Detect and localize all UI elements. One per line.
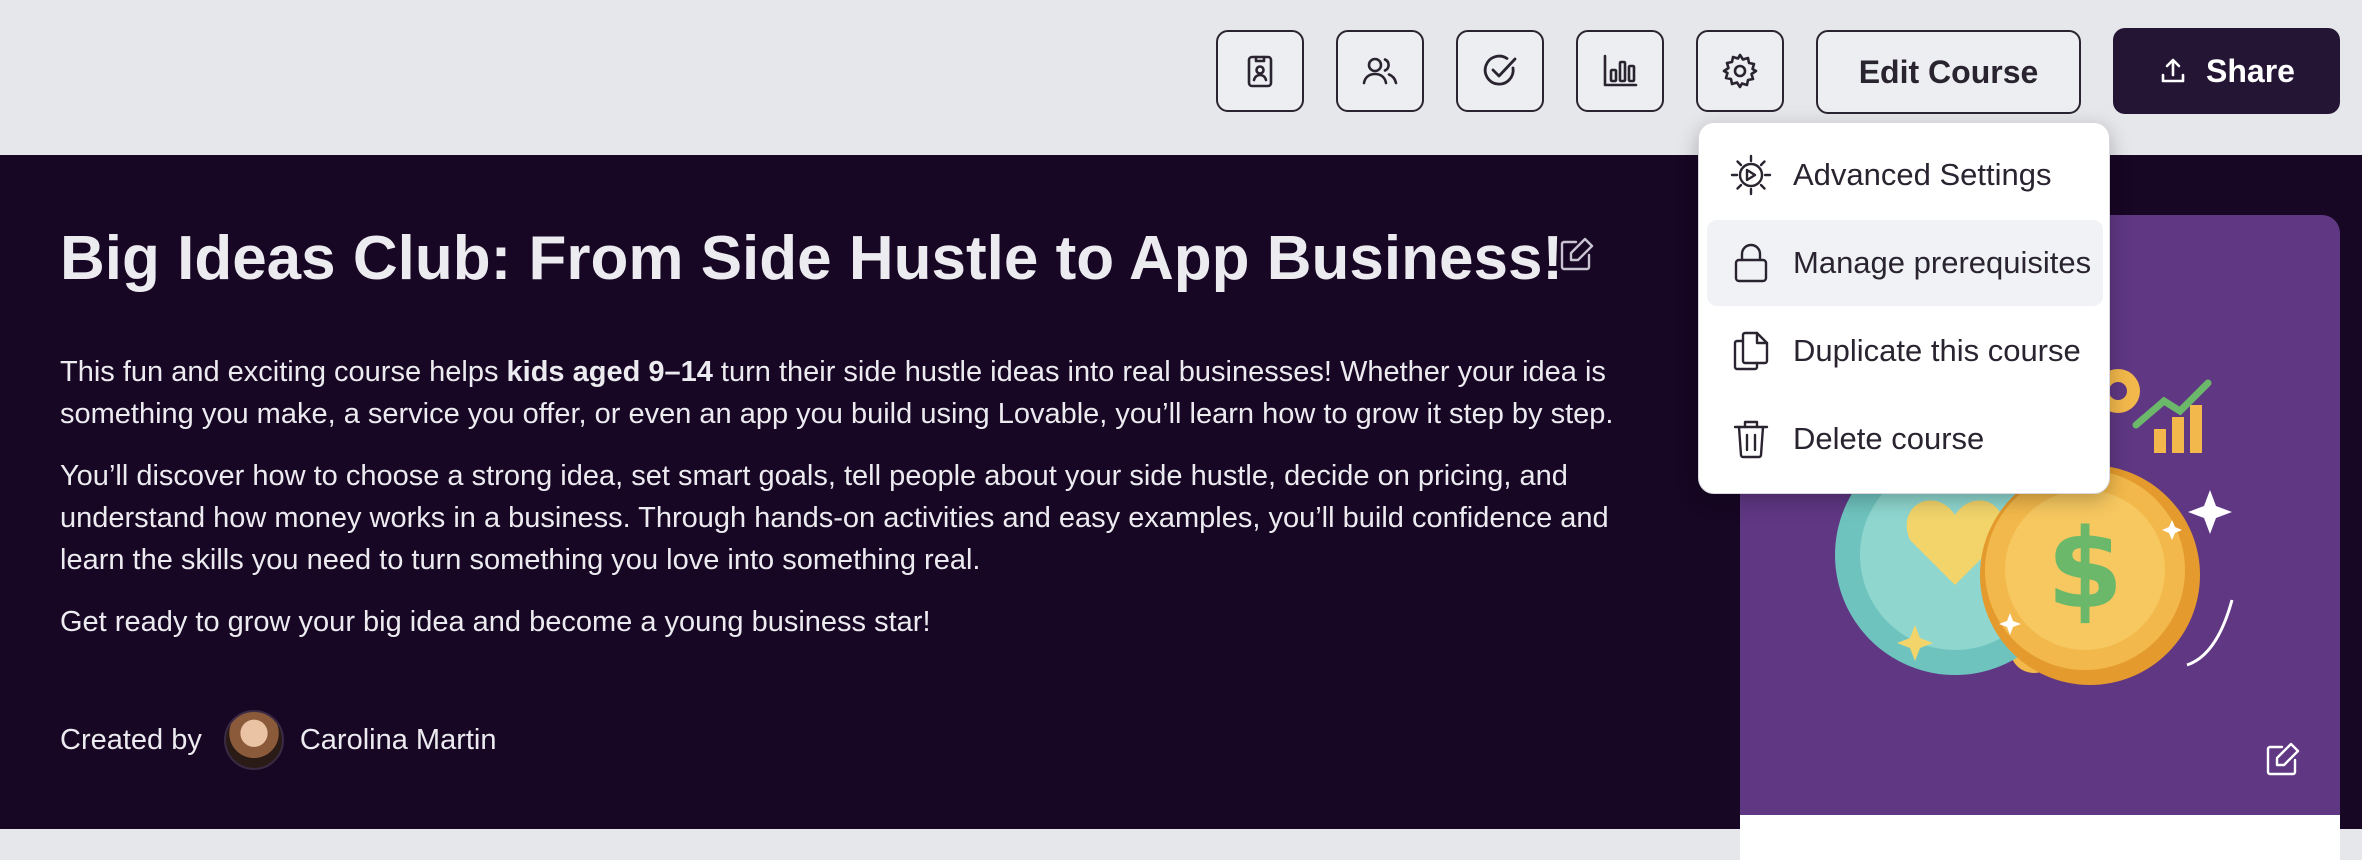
analytics-button[interactable] (1576, 30, 1664, 112)
edit-course-button[interactable]: Edit Course (1816, 30, 2081, 114)
description-paragraph-3: Get ready to grow your big idea and beco… (60, 606, 931, 638)
id-badge-icon (1247, 55, 1273, 88)
bar-chart-icon (1603, 54, 1638, 87)
lock-icon (1734, 243, 1768, 283)
menu-item-advanced-settings[interactable]: Advanced Settings (1707, 132, 2103, 218)
course-description: This fun and exciting course helps kids … (60, 351, 1660, 663)
share-button[interactable]: Share (2113, 28, 2340, 114)
menu-item-label: Manage prerequisites (1793, 245, 2092, 280)
users-button[interactable] (1336, 30, 1424, 112)
author-name[interactable]: Carolina Martin (300, 724, 497, 757)
check-circle-icon (1483, 54, 1517, 86)
menu-item-delete-course[interactable]: Delete course (1707, 396, 2103, 482)
advanced-gear-icon (1730, 154, 1772, 196)
description-paragraph-1: This fun and exciting course helps kids … (60, 356, 1614, 430)
course-title: Big Ideas Club: From Side Hustle to App … (60, 224, 1564, 293)
trash-icon (1733, 420, 1769, 459)
avatar[interactable] (223, 710, 284, 770)
duplicate-icon (1733, 331, 1769, 371)
menu-item-duplicate-course[interactable]: Duplicate this course (1707, 308, 2103, 394)
svg-text:$: $ (2047, 505, 2124, 633)
settings-button[interactable] (1696, 30, 1784, 112)
menu-item-label: Duplicate this course (1793, 333, 2081, 368)
description-paragraph-2: You’ll discover how to choose a strong i… (60, 460, 1609, 576)
settings-dropdown: Advanced Settings Manage prerequisites D… (1698, 122, 2110, 494)
share-label: Share (2206, 52, 2295, 89)
thumbnail-footer (1740, 815, 2340, 860)
course-creator: Created by Carolina Martin (60, 709, 497, 771)
users-icon (1362, 57, 1398, 85)
menu-item-label: Advanced Settings (1793, 157, 2052, 192)
edit-thumbnail-icon[interactable] (2262, 740, 2302, 780)
gear-icon (1722, 53, 1758, 89)
upload-icon (2161, 58, 2185, 83)
menu-item-label: Delete course (1793, 421, 1985, 456)
menu-item-manage-prerequisites[interactable]: Manage prerequisites (1707, 220, 2103, 306)
edit-title-icon[interactable] (1556, 235, 1596, 275)
check-button[interactable] (1456, 30, 1544, 112)
badge-button[interactable] (1216, 30, 1304, 112)
created-by-label: Created by (60, 723, 202, 756)
